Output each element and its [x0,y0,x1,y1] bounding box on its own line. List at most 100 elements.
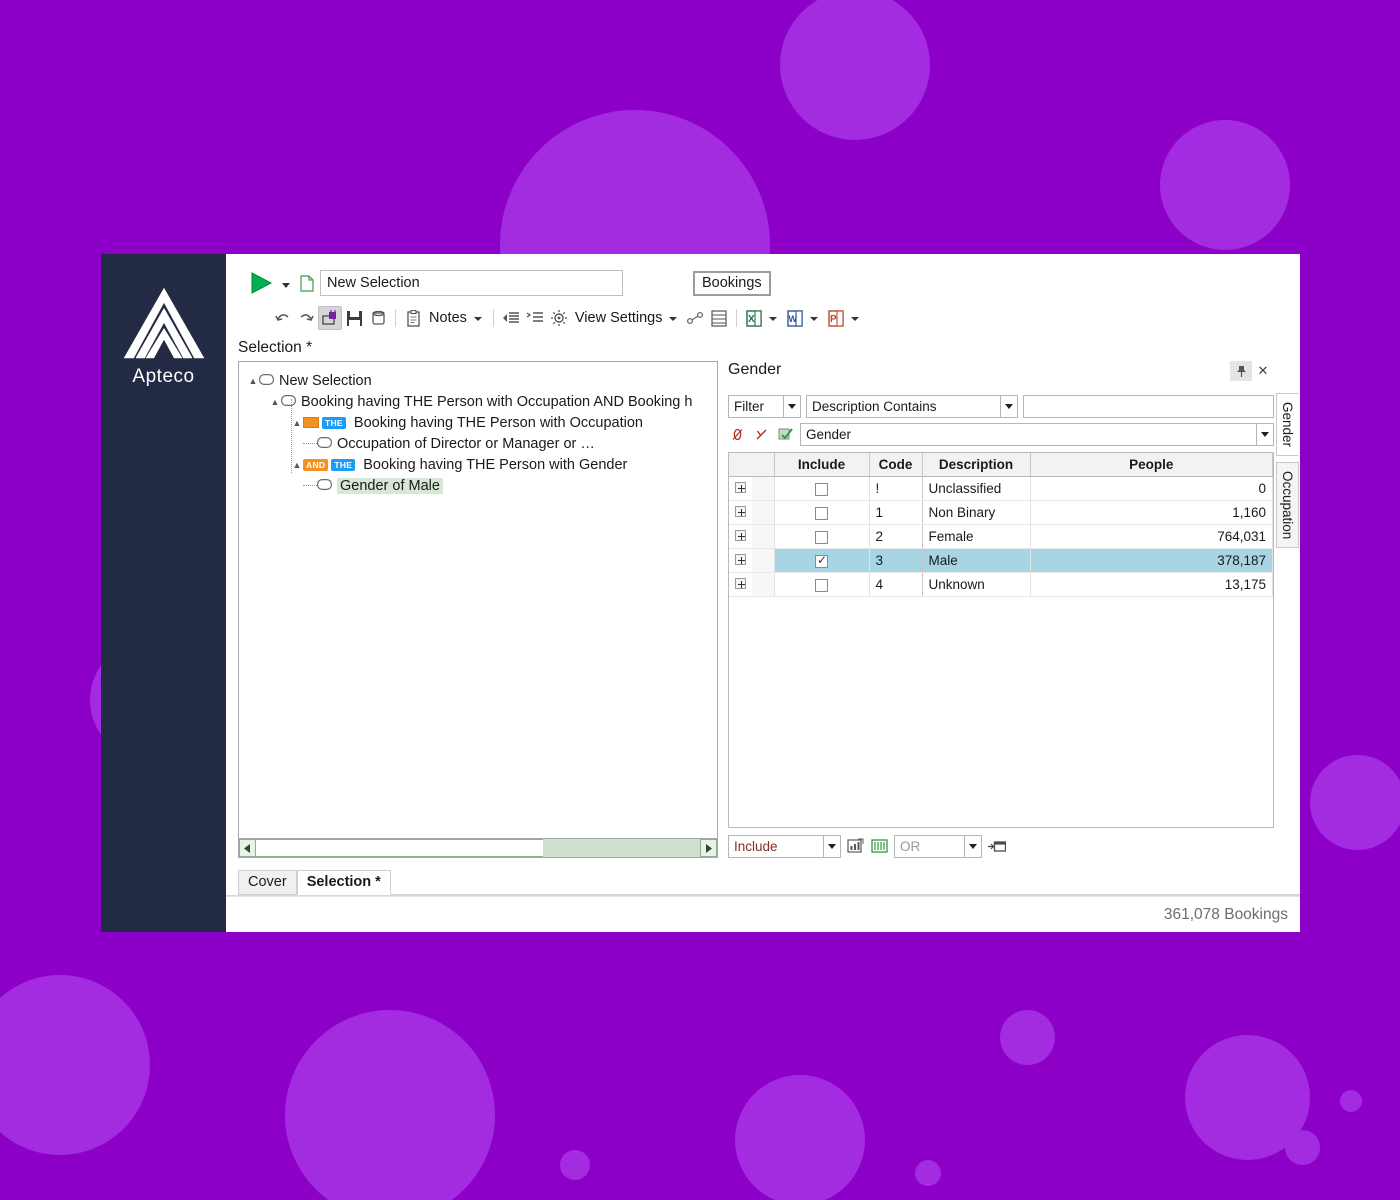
row-gutter [752,548,775,573]
filter-search-input[interactable] [1023,395,1274,418]
select-all-icon[interactable] [776,425,795,444]
include-checkbox[interactable] [815,530,828,544]
include-checkbox[interactable] [815,578,828,592]
database-icon[interactable] [366,306,390,330]
notes-button[interactable]: Notes [425,310,471,326]
redo-icon[interactable] [294,306,318,330]
pin-icon[interactable] [1230,361,1252,381]
operator-select[interactable]: OR [894,834,982,858]
code-list-icon[interactable] [870,837,889,856]
include-cell[interactable] [774,548,870,573]
tree-node[interactable]: Gender of Male [247,475,711,496]
bar-chart-icon[interactable] [846,837,865,856]
plus-icon[interactable] [735,506,746,517]
apteco-triangle-logo-icon [122,286,206,360]
filter-mode-select[interactable]: Filter [728,395,801,418]
tree-node[interactable]: ▲ THE Booking having THE Person with Occ… [247,412,711,433]
table-row[interactable]: 3 Male 378,187 [729,548,1273,573]
notes-chevron-down-icon[interactable] [473,317,482,321]
lock-icon[interactable] [318,306,342,330]
tree-node[interactable]: Occupation of Director or Manager or … [247,433,711,454]
powerpoint-export-icon[interactable]: P [824,306,848,330]
column-header-include[interactable]: Include [774,453,870,477]
plus-icon[interactable] [735,578,746,589]
link-icon[interactable] [683,306,707,330]
table-row[interactable]: 4 Unknown 13,175 [729,572,1273,597]
variable-select[interactable]: Gender [800,423,1274,446]
scrollbar-track[interactable] [543,839,700,857]
scrollbar-thumb[interactable] [256,839,543,857]
include-checkbox[interactable] [815,482,828,496]
column-header-people[interactable]: People [1030,453,1273,477]
expander-icon[interactable]: ▲ [269,397,281,407]
row-expander[interactable] [729,572,752,597]
tab-selection[interactable]: Selection * [296,870,391,895]
new-document-icon[interactable] [300,274,314,292]
tree-node[interactable]: ▲ Booking having THE Person with Occupat… [247,391,711,412]
view-settings-chevron-down-icon[interactable] [669,317,678,321]
invert-selection-icon[interactable] [752,425,771,444]
row-expander[interactable] [729,548,752,573]
tab-cover[interactable]: Cover [238,870,297,895]
tree-node[interactable]: ▲ AND THE Booking having THE Person with… [247,454,711,475]
include-cell[interactable] [774,476,870,501]
include-mode-select[interactable]: Include [728,834,841,858]
row-expander[interactable] [729,524,752,549]
box-icon [317,436,333,452]
expander-icon[interactable]: ▲ [247,376,259,386]
outdent-icon[interactable] [499,306,523,330]
include-cell[interactable] [774,524,870,549]
indent-icon[interactable] [523,306,547,330]
resolve-table-button[interactable]: Bookings [693,270,771,296]
chevron-down-icon[interactable] [964,835,981,857]
plus-icon[interactable] [735,530,746,541]
row-expander[interactable] [729,500,752,525]
side-tab-gender[interactable]: Gender [1276,393,1299,457]
table-row[interactable]: 2 Female 764,031 [729,524,1273,549]
table-row[interactable]: 1 Non Binary 1,160 [729,500,1273,525]
column-header-description[interactable]: Description [922,453,1031,477]
excel-chevron-down-icon[interactable] [769,317,778,321]
gender-table: Include Code Description People ! Unclas… [729,453,1273,597]
clipboard-icon[interactable] [401,306,425,330]
word-chevron-down-icon[interactable] [810,317,819,321]
scroll-left-arrow-icon[interactable] [239,839,256,857]
save-icon[interactable] [342,306,366,330]
variable-value: Gender [806,427,852,442]
include-checkbox[interactable] [815,506,828,520]
chevron-down-icon[interactable] [1000,396,1017,417]
tree-horizontal-scrollbar[interactable] [238,839,718,858]
expander-icon[interactable]: ▲ [291,460,303,470]
clear-selection-icon[interactable] [728,425,747,444]
include-checkbox[interactable] [815,553,828,568]
expander-icon[interactable]: ▲ [291,418,303,428]
table-row[interactable]: ! Unclassified 0 [729,476,1273,501]
gear-icon[interactable] [547,306,571,330]
chevron-down-icon[interactable] [1256,424,1273,445]
plus-icon[interactable] [735,554,746,565]
filter-condition-select[interactable]: Description Contains [806,395,1018,418]
document-tab-strip: Cover Selection * [226,866,1300,896]
run-chevron-down-icon[interactable] [282,282,290,288]
column-header-code[interactable]: Code [869,453,923,477]
row-expander[interactable] [729,476,752,501]
scroll-right-arrow-icon[interactable] [700,839,717,857]
side-tab-occupation[interactable]: Occupation [1276,462,1299,549]
chevron-down-icon[interactable] [823,835,840,857]
open-in-window-icon[interactable] [987,837,1006,856]
powerpoint-chevron-down-icon[interactable] [851,317,860,321]
tree-node[interactable]: ▲ New Selection [247,370,711,391]
undo-icon[interactable] [270,306,294,330]
row-gutter [752,524,775,549]
selection-name-input[interactable] [320,270,623,296]
include-cell[interactable] [774,572,870,597]
play-icon[interactable] [246,270,276,296]
chevron-down-icon[interactable] [783,396,800,417]
view-settings-button[interactable]: View Settings [571,310,667,326]
excel-export-icon[interactable]: X [742,306,766,330]
plus-icon[interactable] [735,482,746,493]
close-icon[interactable]: ✕ [1252,361,1274,381]
include-cell[interactable] [774,500,870,525]
word-export-icon[interactable]: W [783,306,807,330]
grid-icon[interactable] [707,306,731,330]
